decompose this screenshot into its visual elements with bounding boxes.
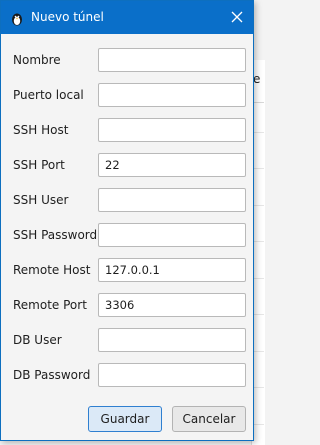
- db-user-label: DB User: [13, 333, 62, 347]
- db-password-input[interactable]: [98, 363, 246, 387]
- db-password-label: DB Password: [13, 368, 91, 382]
- field-row-ssh-host: SSH Host: [1, 118, 253, 144]
- save-button[interactable]: Guardar: [88, 406, 162, 432]
- field-row-db-password: DB Password: [1, 363, 253, 389]
- ssh-port-input[interactable]: [98, 153, 246, 177]
- ssh-password-label: SSH Password: [13, 228, 98, 242]
- db-user-input[interactable]: [98, 328, 246, 352]
- field-row-ssh-user: SSH User: [1, 188, 253, 214]
- remote-host-label: Remote Host: [13, 263, 91, 277]
- field-row-db-user: DB User: [1, 328, 253, 354]
- nombre-label: Nombre: [13, 53, 61, 67]
- title-bar[interactable]: Nuevo túnel: [1, 1, 253, 34]
- nombre-input[interactable]: [98, 48, 246, 72]
- ssh-port-label: SSH Port: [13, 158, 65, 172]
- dialog-title: Nuevo túnel: [31, 10, 104, 24]
- puerto-local-input[interactable]: [98, 83, 246, 107]
- remote-host-input[interactable]: [98, 258, 246, 282]
- penguin-app-icon: [10, 11, 24, 26]
- ssh-host-input[interactable]: [98, 118, 246, 142]
- close-icon: [231, 8, 243, 27]
- remote-port-label: Remote Port: [13, 298, 87, 312]
- field-row-puerto-local: Puerto local: [1, 83, 253, 109]
- close-button[interactable]: [225, 5, 249, 29]
- ssh-user-label: SSH User: [13, 193, 69, 207]
- new-tunnel-dialog: Nuevo túnel Nombre Puerto local SSH Host…: [0, 0, 254, 441]
- field-row-nombre: Nombre: [1, 48, 253, 74]
- field-row-remote-host: Remote Host: [1, 258, 253, 284]
- ssh-user-input[interactable]: [98, 188, 246, 212]
- remote-port-input[interactable]: [98, 293, 246, 317]
- background-header-text: e: [253, 72, 261, 86]
- cancel-button[interactable]: Cancelar: [172, 406, 246, 432]
- field-row-remote-port: Remote Port: [1, 293, 253, 319]
- field-row-ssh-password: SSH Password: [1, 223, 253, 249]
- ssh-password-input[interactable]: [98, 223, 246, 247]
- ssh-host-label: SSH Host: [13, 123, 69, 137]
- puerto-local-label: Puerto local: [13, 88, 84, 102]
- field-row-ssh-port: SSH Port: [1, 153, 253, 179]
